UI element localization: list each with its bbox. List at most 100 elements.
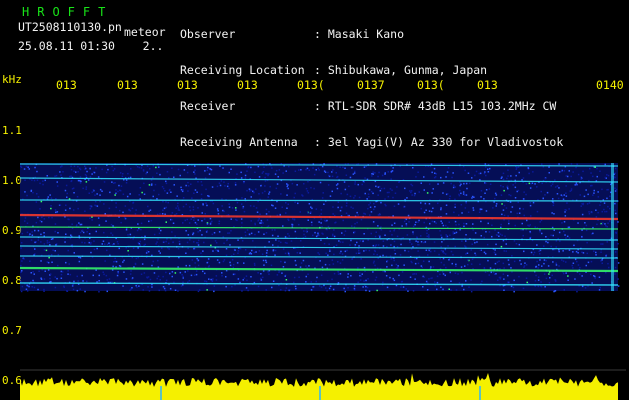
noise-speck [483,236,485,239]
noise-speck [452,233,455,235]
noise-speck [228,232,231,234]
noise-speck [161,186,164,188]
noise-speck [541,163,543,165]
noise-speck [143,272,146,274]
noise-speck [162,286,165,288]
noise-speck [555,262,557,264]
noise-speck [428,183,431,185]
noise-speck [101,190,103,192]
noise-speck [181,274,183,276]
noise-speck [392,167,394,169]
noise-speck [592,226,594,229]
noise-speck [344,230,347,232]
noise-speck [599,204,601,206]
noise-speck [156,198,158,200]
noise-speck [117,190,119,193]
noise-speck [113,261,115,263]
noise-speck [200,252,202,254]
noise-speck [522,287,525,290]
noise-speck [76,275,78,278]
noise-speck [468,286,470,288]
noise-speck [118,184,120,187]
noise-speck [28,234,31,237]
noise-speck [204,272,206,275]
y-tick-label: 0.8 [2,274,22,287]
noise-speck [171,167,173,169]
noise-speck [582,170,584,173]
noise-speck [211,220,213,223]
noise-speck [447,167,450,169]
noise-speck [541,182,543,185]
noise-speck [363,280,365,282]
noise-speck [581,236,583,238]
noise-speck [215,242,218,244]
noise-speck [50,197,53,199]
noise-speck [458,282,461,284]
noise-speck [138,285,140,287]
noise-speck [357,183,359,186]
noise-speck [44,179,46,182]
noise-speck [607,188,609,191]
noise-speck [559,240,561,242]
noise-speck [466,252,469,254]
noise-speck [509,201,512,203]
noise-speck [71,223,73,225]
noise-speck [255,188,257,190]
noise-speck [29,260,31,262]
noise-speck [347,273,349,275]
noise-speck [152,260,154,263]
noise-speck [271,204,273,206]
noise-speck [182,222,184,224]
noise-speck [30,239,33,241]
noise-speck [171,219,173,221]
noise-speck [375,185,377,188]
noise-speck [420,241,423,243]
noise-speck [515,243,518,245]
noise-speck [617,278,619,280]
noise-speck [315,280,317,283]
noise-speck [313,173,316,176]
noise-speck [418,191,420,193]
noise-speck [595,251,597,254]
noise-speck [373,202,375,205]
noise-speck [598,289,601,291]
noise-speck [208,265,210,267]
noise-speck [331,175,334,178]
noise-speck [368,196,370,198]
noise-speck [385,275,388,277]
noise-speck [507,175,509,177]
noise-speck [300,240,302,242]
noise-speck [604,176,607,179]
noise-speck [322,192,324,194]
noise-speck [92,274,94,277]
noise-speck [595,216,598,218]
noise-speck [424,202,427,205]
noise-speck [268,191,271,193]
noise-speck [594,277,596,279]
noise-speck [478,172,480,175]
noise-speck [561,170,563,173]
noise-speck [280,289,282,291]
noise-speck [606,241,608,243]
spectrogram-plot[interactable] [20,94,626,400]
noise-speck [609,220,611,222]
noise-speck [550,185,552,187]
noise-speck [339,166,341,168]
noise-speck [554,186,557,188]
noise-speck [339,209,342,212]
noise-speck [197,244,200,246]
noise-speck [312,286,314,288]
noise-speck [261,172,264,174]
noise-speck [240,177,243,179]
noise-speck [503,289,505,291]
noise-speck [343,181,346,183]
noise-speck [599,170,601,172]
noise-speck [131,277,134,279]
noise-speck [575,166,577,169]
noise-speck [602,222,604,224]
noise-speck [411,194,413,196]
noise-speck [121,175,124,178]
noise-speck [458,223,460,226]
noise-speck [288,235,290,237]
noise-speck [407,290,409,292]
